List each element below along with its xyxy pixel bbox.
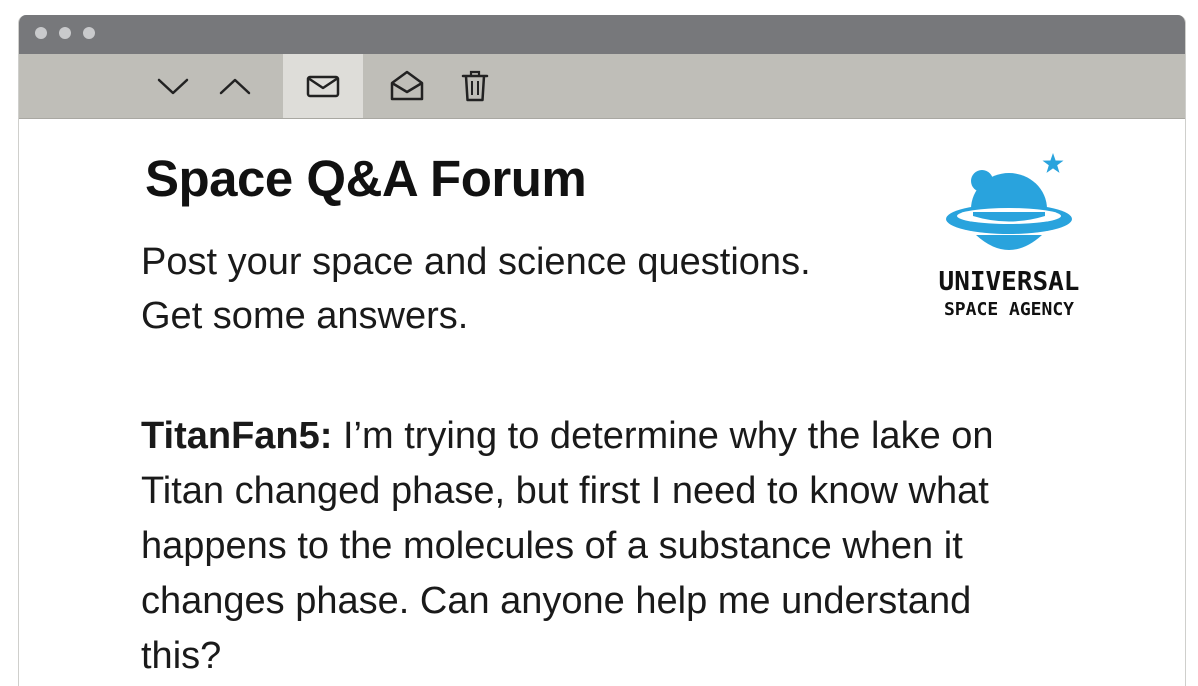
next-message-button[interactable] xyxy=(141,54,205,118)
chevron-up-icon xyxy=(218,76,252,96)
window-titlebar xyxy=(19,15,1185,54)
forum-post: TitanFan5: I’m trying to determine why t… xyxy=(141,409,1061,684)
message-content: Space Q&A Forum Post your space and scie… xyxy=(19,119,1185,686)
page-subtitle: Post your space and science questions. G… xyxy=(141,235,811,343)
mark-read-button[interactable] xyxy=(375,54,439,118)
app-window: Space Q&A Forum Post your space and scie… xyxy=(18,15,1186,686)
agency-logo: UNIVERSAL SPACE AGENCY xyxy=(924,147,1094,327)
previous-message-button[interactable] xyxy=(203,54,267,118)
page-title: Space Q&A Forum xyxy=(145,150,587,207)
post-author: TitanFan5: xyxy=(141,415,333,457)
window-control-dot[interactable] xyxy=(83,27,95,39)
subtitle-line: Get some answers. xyxy=(141,295,469,337)
logo-title: UNIVERSAL xyxy=(938,267,1080,297)
chevron-down-icon xyxy=(156,76,190,96)
envelope-open-icon xyxy=(389,69,425,103)
window-control-dot[interactable] xyxy=(35,27,47,39)
subtitle-line: Post your space and science questions. xyxy=(141,241,811,283)
envelope-closed-icon xyxy=(305,72,341,100)
window-control-dot[interactable] xyxy=(59,27,71,39)
delete-button[interactable] xyxy=(443,54,507,118)
logo-subtitle: SPACE AGENCY xyxy=(943,299,1075,320)
mail-toolbar xyxy=(19,54,1185,119)
mark-unread-button[interactable] xyxy=(283,54,363,118)
trash-icon xyxy=(460,69,490,103)
